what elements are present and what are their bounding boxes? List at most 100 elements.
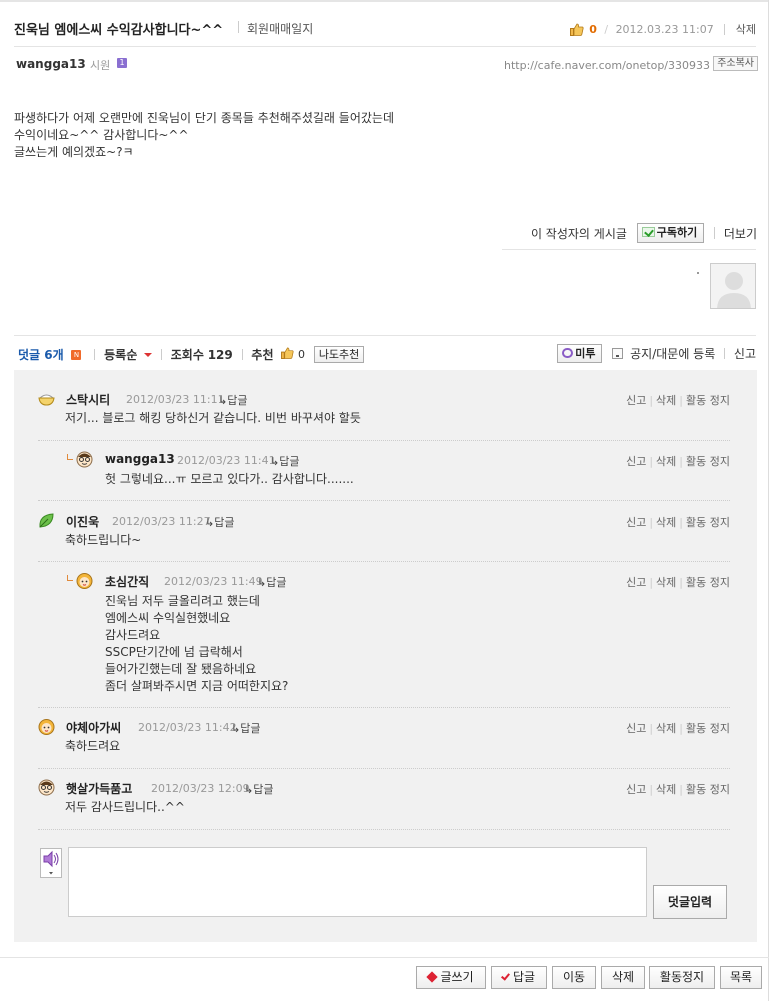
comment-author[interactable]: 이진욱 — [66, 513, 99, 530]
delete-link[interactable]: 삭제 — [656, 722, 676, 735]
comment-actions: 신고 | 삭제 | 활동 정지 — [626, 576, 730, 589]
subscribe-button[interactable]: 구독하기 — [636, 223, 705, 243]
reply-label: 답글 — [512, 970, 536, 984]
report-link[interactable]: 신고 — [626, 516, 646, 529]
like-count: 0 — [589, 22, 597, 36]
post-header: 진욱님 엠에스씨 수익감사합니다~^^ 회원매매일지 0 / 2012.03.2… — [14, 17, 756, 39]
profile-dot — [697, 272, 699, 274]
comment-author[interactable]: wangga13 — [105, 452, 175, 466]
comment-line: 엠에스씨 수익실현했네요 — [105, 611, 231, 625]
sticker-selector[interactable] — [40, 848, 62, 878]
default-avatar-icon — [717, 272, 751, 308]
suspend-link[interactable]: 활동 정지 — [686, 516, 730, 529]
report-link[interactable]: 신고 — [626, 576, 646, 589]
comment-date: 2012/03/23 11:42 — [138, 721, 237, 734]
meta-slash: / — [604, 22, 609, 36]
comment-date: 2012/03/23 11:49 — [164, 575, 263, 588]
comment-text: 저두 감사드립니다..^^ — [65, 800, 185, 814]
title-separator — [238, 21, 239, 33]
metoo-button[interactable]: 미투 — [557, 344, 603, 363]
comment-reply-link[interactable]: ↳답글 — [257, 574, 286, 590]
thumbs-up-icon[interactable] — [569, 23, 584, 36]
author-profile-image[interactable] — [710, 263, 756, 309]
write-button[interactable]: 글쓰기 — [416, 966, 486, 989]
pencil-icon — [426, 971, 439, 983]
sort-dropdown[interactable]: 등록순 — [104, 346, 137, 363]
comment-separator — [38, 561, 730, 562]
recommend-count: 0 — [297, 348, 305, 361]
suspend-link[interactable]: 활동 정지 — [686, 783, 730, 796]
reply-arrow-icon — [67, 454, 73, 460]
comment-reply-link[interactable]: ↳답글 — [205, 514, 234, 530]
suspend-button[interactable]: 활동정지 — [649, 966, 715, 989]
header-divider — [14, 46, 756, 47]
report-link[interactable]: 신고 — [626, 722, 646, 735]
suspend-link[interactable]: 활동 정지 — [686, 722, 730, 735]
comment-area: 스탁시티 2012/03/23 11:11 ↳답글 신고 | 삭제 | 활동 정지 저기… — [14, 370, 757, 942]
post-meta: 0 / 2012.03.23 11:07 삭제 — [569, 21, 756, 37]
comment-author[interactable]: 스탁시티 — [66, 391, 110, 408]
post-url[interactable]: http://cafe.naver.com/onetop/330933 — [504, 59, 710, 72]
thumbs-up-icon[interactable] — [281, 347, 294, 362]
post-body-line: 수익이네요~^^ 감사합니다~^^ — [14, 128, 189, 142]
subscribe-label: 구독하기 — [656, 226, 698, 239]
comment-count[interactable]: 덧글 6개 — [18, 346, 64, 363]
comment-line: 감사드려요 — [105, 628, 161, 642]
more-link[interactable]: 더보기 — [724, 225, 757, 242]
comment-actions: 신고 | 삭제 | 활동 정지 — [626, 455, 730, 468]
author-posts-label[interactable]: 이 작성자의 게시글 — [531, 225, 627, 242]
delete-link[interactable]: 삭제 — [656, 516, 676, 529]
top-border — [0, 0, 769, 2]
me-too-recommend-button[interactable]: 나도추천 — [313, 346, 365, 363]
delete-link[interactable]: 삭제 — [656, 394, 676, 407]
comment-line: 좀더 살펴봐주시면 지금 어떠한지요? — [105, 679, 289, 693]
comment-reply-link[interactable]: ↳답글 — [231, 720, 260, 736]
comment-author[interactable]: 야체아가씨 — [66, 719, 121, 736]
author-name[interactable]: wangga13 — [16, 57, 86, 71]
post-delete-link[interactable]: 삭제 — [736, 21, 756, 37]
list-button[interactable]: 목록 — [720, 966, 762, 989]
recommend-label: 추천 — [251, 348, 274, 362]
glasses-face-avatar-icon — [38, 779, 55, 796]
delete-link[interactable]: 삭제 — [656, 576, 676, 589]
report-link[interactable]: 신고 — [626, 455, 646, 468]
meta-divider — [724, 23, 726, 35]
suspend-link[interactable]: 활동 정지 — [686, 455, 730, 468]
delete-link[interactable]: 삭제 — [656, 455, 676, 468]
reply-button[interactable]: 답글 — [491, 966, 547, 989]
glasses-face-avatar-icon — [76, 451, 93, 468]
author-row: wangga13 시원 1 http://cafe.naver.com/onet… — [16, 56, 758, 74]
copy-url-button[interactable]: 주소복사 — [713, 56, 758, 71]
post-title: 진욱님 엠에스씨 수익감사합니다~^^ — [14, 23, 224, 38]
comment-reply-link[interactable]: ↳답글 — [244, 781, 273, 797]
toolbar-divider — [241, 349, 243, 360]
author-subscribe-row: 이 작성자의 게시글 구독하기 더보기 — [531, 223, 757, 245]
comment-author[interactable]: 햇살가득품고 — [66, 780, 132, 797]
toolbar-divider — [94, 349, 96, 360]
comment-input[interactable] — [68, 847, 647, 917]
reply-arrow-icon — [67, 575, 73, 581]
post-body-line: 파생하다가 어제 오랜만에 진욱님이 단기 종목들 추천해주셨길래 들어갔는데 — [14, 111, 394, 125]
board-link[interactable]: 회원매매일지 — [247, 20, 313, 37]
comment-author[interactable]: 초심간직 — [105, 573, 149, 590]
comment-reply-link[interactable]: ↳답글 — [218, 392, 247, 408]
report-link[interactable]: 신고 — [626, 783, 646, 796]
girl-face-avatar-icon — [38, 718, 55, 735]
delete-button[interactable]: 삭제 — [601, 966, 645, 989]
report-link[interactable]: 신고 — [626, 394, 646, 407]
comment-text: 진욱님 저두 글올리려고 했는데 엠에스씨 수익실현했네요 감사드려요 SSCP… — [105, 593, 288, 695]
chevron-down-icon[interactable] — [144, 352, 153, 357]
post-body-line: 글쓰는게 예의겠죠~?ㅋ — [14, 145, 134, 159]
suspend-link[interactable]: 활동 정지 — [686, 576, 730, 589]
comment-reply-link[interactable]: ↳답글 — [270, 453, 299, 469]
comment-item: 야체아가씨 2012/03/23 11:42 ↳답글 신고 | 삭제 | 활동 정지 축… — [38, 718, 730, 758]
new-badge: N — [71, 349, 82, 360]
report-link[interactable]: 신고 — [734, 345, 756, 362]
comments-top-divider — [14, 335, 756, 336]
move-button[interactable]: 이동 — [552, 966, 596, 989]
comment-submit-button[interactable]: 덧글입력 — [653, 885, 727, 919]
suspend-link[interactable]: 활동 정지 — [686, 394, 730, 407]
delete-link[interactable]: 삭제 — [656, 783, 676, 796]
check-icon — [500, 971, 510, 981]
notice-register-link[interactable]: 공지/대문에 등록 — [630, 345, 715, 362]
